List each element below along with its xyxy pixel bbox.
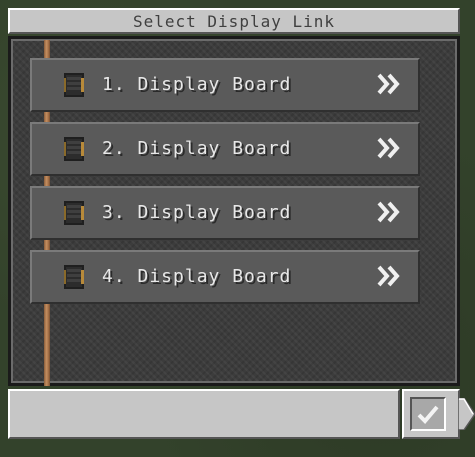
entry-label: 3. Display Board bbox=[102, 202, 292, 223]
display-board-icon bbox=[64, 73, 84, 97]
list-item[interactable]: 1. Display Board bbox=[30, 58, 420, 112]
entry-label: 2. Display Board bbox=[102, 138, 292, 159]
entry-label: 4. Display Board bbox=[102, 266, 292, 287]
bottom-input-field[interactable] bbox=[8, 389, 400, 439]
display-board-icon bbox=[64, 137, 84, 161]
list-item[interactable]: 3. Display Board bbox=[30, 186, 420, 240]
double-chevron-right-icon[interactable] bbox=[376, 136, 402, 160]
list-item[interactable]: 4. Display Board bbox=[30, 250, 420, 304]
entry-label: 1. Display Board bbox=[102, 74, 292, 95]
confirm-frame bbox=[402, 389, 460, 439]
double-chevron-right-icon[interactable] bbox=[376, 264, 402, 288]
display-board-list: 1. Display Board 2. Display Board 3. Dis… bbox=[30, 58, 420, 314]
list-item[interactable]: 2. Display Board bbox=[30, 122, 420, 176]
display-link-screen: Select Display Link 1. Display Board 2. … bbox=[0, 0, 475, 457]
confirm-button[interactable] bbox=[410, 397, 446, 431]
display-board-icon bbox=[64, 201, 84, 225]
double-chevron-right-icon[interactable] bbox=[376, 72, 402, 96]
double-chevron-right-icon[interactable] bbox=[376, 200, 402, 224]
window-title: Select Display Link bbox=[132, 11, 336, 31]
display-board-icon bbox=[64, 265, 84, 289]
side-arrow-tab[interactable] bbox=[458, 398, 475, 430]
checkmark-icon bbox=[417, 405, 439, 424]
title-bar: Select Display Link bbox=[8, 8, 460, 34]
